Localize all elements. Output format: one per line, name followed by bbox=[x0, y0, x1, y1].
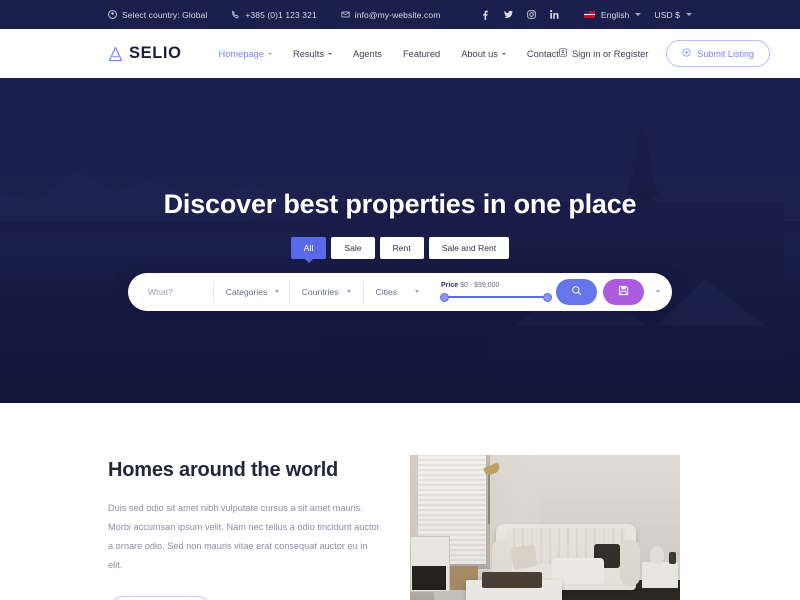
homes-around-world-section: Homes around the world Duis sed odio sit… bbox=[0, 403, 800, 600]
country-label: Select country: Global bbox=[122, 9, 208, 20]
globe-icon bbox=[108, 10, 117, 19]
phone-label: +385 (0)1 123 321 bbox=[245, 9, 317, 20]
nav-item-homepage[interactable]: Homepage bbox=[219, 49, 272, 59]
select-country[interactable]: Select country: Global bbox=[108, 10, 207, 20]
social-links bbox=[481, 9, 559, 20]
slider-handle-max[interactable] bbox=[543, 292, 552, 302]
tab-label: All bbox=[303, 242, 314, 253]
save-icon bbox=[618, 283, 629, 301]
search-what-input[interactable]: What? bbox=[128, 280, 214, 303]
chevron-down-icon bbox=[635, 13, 642, 16]
living-room-photo bbox=[410, 455, 680, 600]
magnifier-icon bbox=[571, 283, 582, 301]
logo[interactable]: SELIO bbox=[108, 44, 182, 63]
categories-dropdown[interactable]: Categories bbox=[214, 280, 290, 303]
plus-circle-icon bbox=[682, 48, 691, 59]
flag-icon bbox=[583, 11, 595, 18]
logo-text: SELIO bbox=[129, 44, 182, 62]
linkedin-icon[interactable] bbox=[549, 9, 559, 20]
tab-all[interactable]: All bbox=[290, 236, 327, 259]
chevron-down-icon bbox=[328, 53, 333, 55]
top-bar: Select country: Global +385 (0)1 123 321… bbox=[0, 0, 800, 29]
categories-label: Categories bbox=[225, 286, 268, 297]
nav-item-featured[interactable]: Featured bbox=[403, 49, 440, 59]
instagram-icon[interactable] bbox=[527, 9, 536, 20]
nav-label: About us bbox=[461, 48, 498, 59]
tab-sale-and-rent[interactable]: Sale and Rent bbox=[428, 236, 510, 259]
sign-in-register-link[interactable]: Sign in or Register bbox=[559, 48, 648, 59]
nav-label: Homepage bbox=[218, 48, 264, 59]
search-button[interactable] bbox=[556, 278, 597, 305]
nav-label: Featured bbox=[402, 48, 441, 59]
chevron-down-icon bbox=[275, 290, 280, 294]
advanced-search-toggle[interactable] bbox=[650, 290, 666, 294]
price-label: Price bbox=[441, 282, 459, 290]
hero-title: Discover best properties in one place bbox=[163, 189, 637, 219]
chevron-down-icon bbox=[686, 13, 692, 16]
countries-label: Countries bbox=[301, 286, 339, 297]
cities-label: Cities bbox=[375, 286, 398, 297]
currency-selector[interactable]: USD $ bbox=[654, 10, 692, 20]
page-title: Homes around the world bbox=[108, 459, 339, 481]
email-link[interactable]: info@my-website.com bbox=[341, 10, 441, 20]
price-range-value: $0 - $99,000 bbox=[460, 282, 500, 290]
chevron-down-icon bbox=[415, 290, 419, 294]
language-selector[interactable]: English bbox=[583, 9, 642, 20]
countries-dropdown[interactable]: Countries bbox=[290, 280, 364, 303]
phone-link[interactable]: +385 (0)1 123 321 bbox=[231, 9, 317, 20]
chevron-down-icon bbox=[346, 290, 351, 294]
view-for-rent-button[interactable]: View for rent bbox=[108, 596, 214, 600]
nav-label: Agents bbox=[353, 48, 382, 59]
submit-listing-button[interactable]: Submit Listing bbox=[666, 40, 770, 67]
email-label: info@my-website.com bbox=[354, 9, 441, 20]
slider-handle-min[interactable] bbox=[440, 292, 449, 302]
site-header: SELIO Homepage Results Agents Featured A… bbox=[0, 29, 800, 78]
price-range-slider[interactable] bbox=[440, 292, 552, 302]
sign-in-label: Sign in or Register bbox=[571, 48, 649, 59]
nav-item-results[interactable]: Results bbox=[293, 48, 333, 59]
tab-label: Rent bbox=[392, 242, 411, 253]
submit-listing-label: Submit Listing bbox=[697, 48, 754, 59]
listing-type-tabs: All Sale Rent Sale and Rent bbox=[290, 236, 510, 259]
currency-label: USD $ bbox=[654, 9, 680, 20]
cities-dropdown[interactable]: Cities bbox=[364, 281, 432, 303]
facebook-icon[interactable] bbox=[481, 9, 490, 20]
tab-label: Sale and Rent bbox=[441, 242, 497, 253]
logo-triangle-icon bbox=[108, 46, 123, 62]
twitter-icon[interactable] bbox=[503, 9, 513, 20]
nav-label: Results bbox=[293, 48, 325, 59]
user-card-icon bbox=[559, 48, 567, 59]
tab-label: Sale bbox=[344, 242, 362, 253]
language-label: English bbox=[600, 9, 630, 20]
main-nav: Homepage Results Agents Featured About u… bbox=[219, 49, 559, 59]
search-what-placeholder: What? bbox=[148, 286, 173, 297]
hero-section: Discover best properties in one place Al… bbox=[0, 78, 800, 403]
envelope-icon bbox=[341, 10, 350, 19]
nav-item-about-us[interactable]: About us bbox=[461, 49, 506, 59]
section-paragraph: Duis sed odio sit amet nibh vulputate cu… bbox=[108, 503, 380, 570]
property-search-bar: What? Categories Countries Cities Price … bbox=[128, 272, 672, 311]
chevron-down-icon bbox=[501, 53, 506, 55]
tab-sale[interactable]: Sale bbox=[331, 236, 375, 259]
save-search-button[interactable] bbox=[603, 278, 644, 305]
slider-track bbox=[441, 295, 551, 299]
phone-icon bbox=[231, 10, 240, 19]
chevron-down-icon bbox=[655, 290, 661, 294]
price-range-filter[interactable]: Price $0 - $99,000 bbox=[431, 282, 556, 302]
nav-label: Contact bbox=[526, 48, 559, 59]
chevron-down-icon bbox=[268, 53, 272, 55]
nav-item-contact[interactable]: Contact bbox=[527, 49, 559, 59]
nav-item-agents[interactable]: Agents bbox=[353, 49, 382, 59]
tab-rent[interactable]: Rent bbox=[379, 236, 424, 259]
